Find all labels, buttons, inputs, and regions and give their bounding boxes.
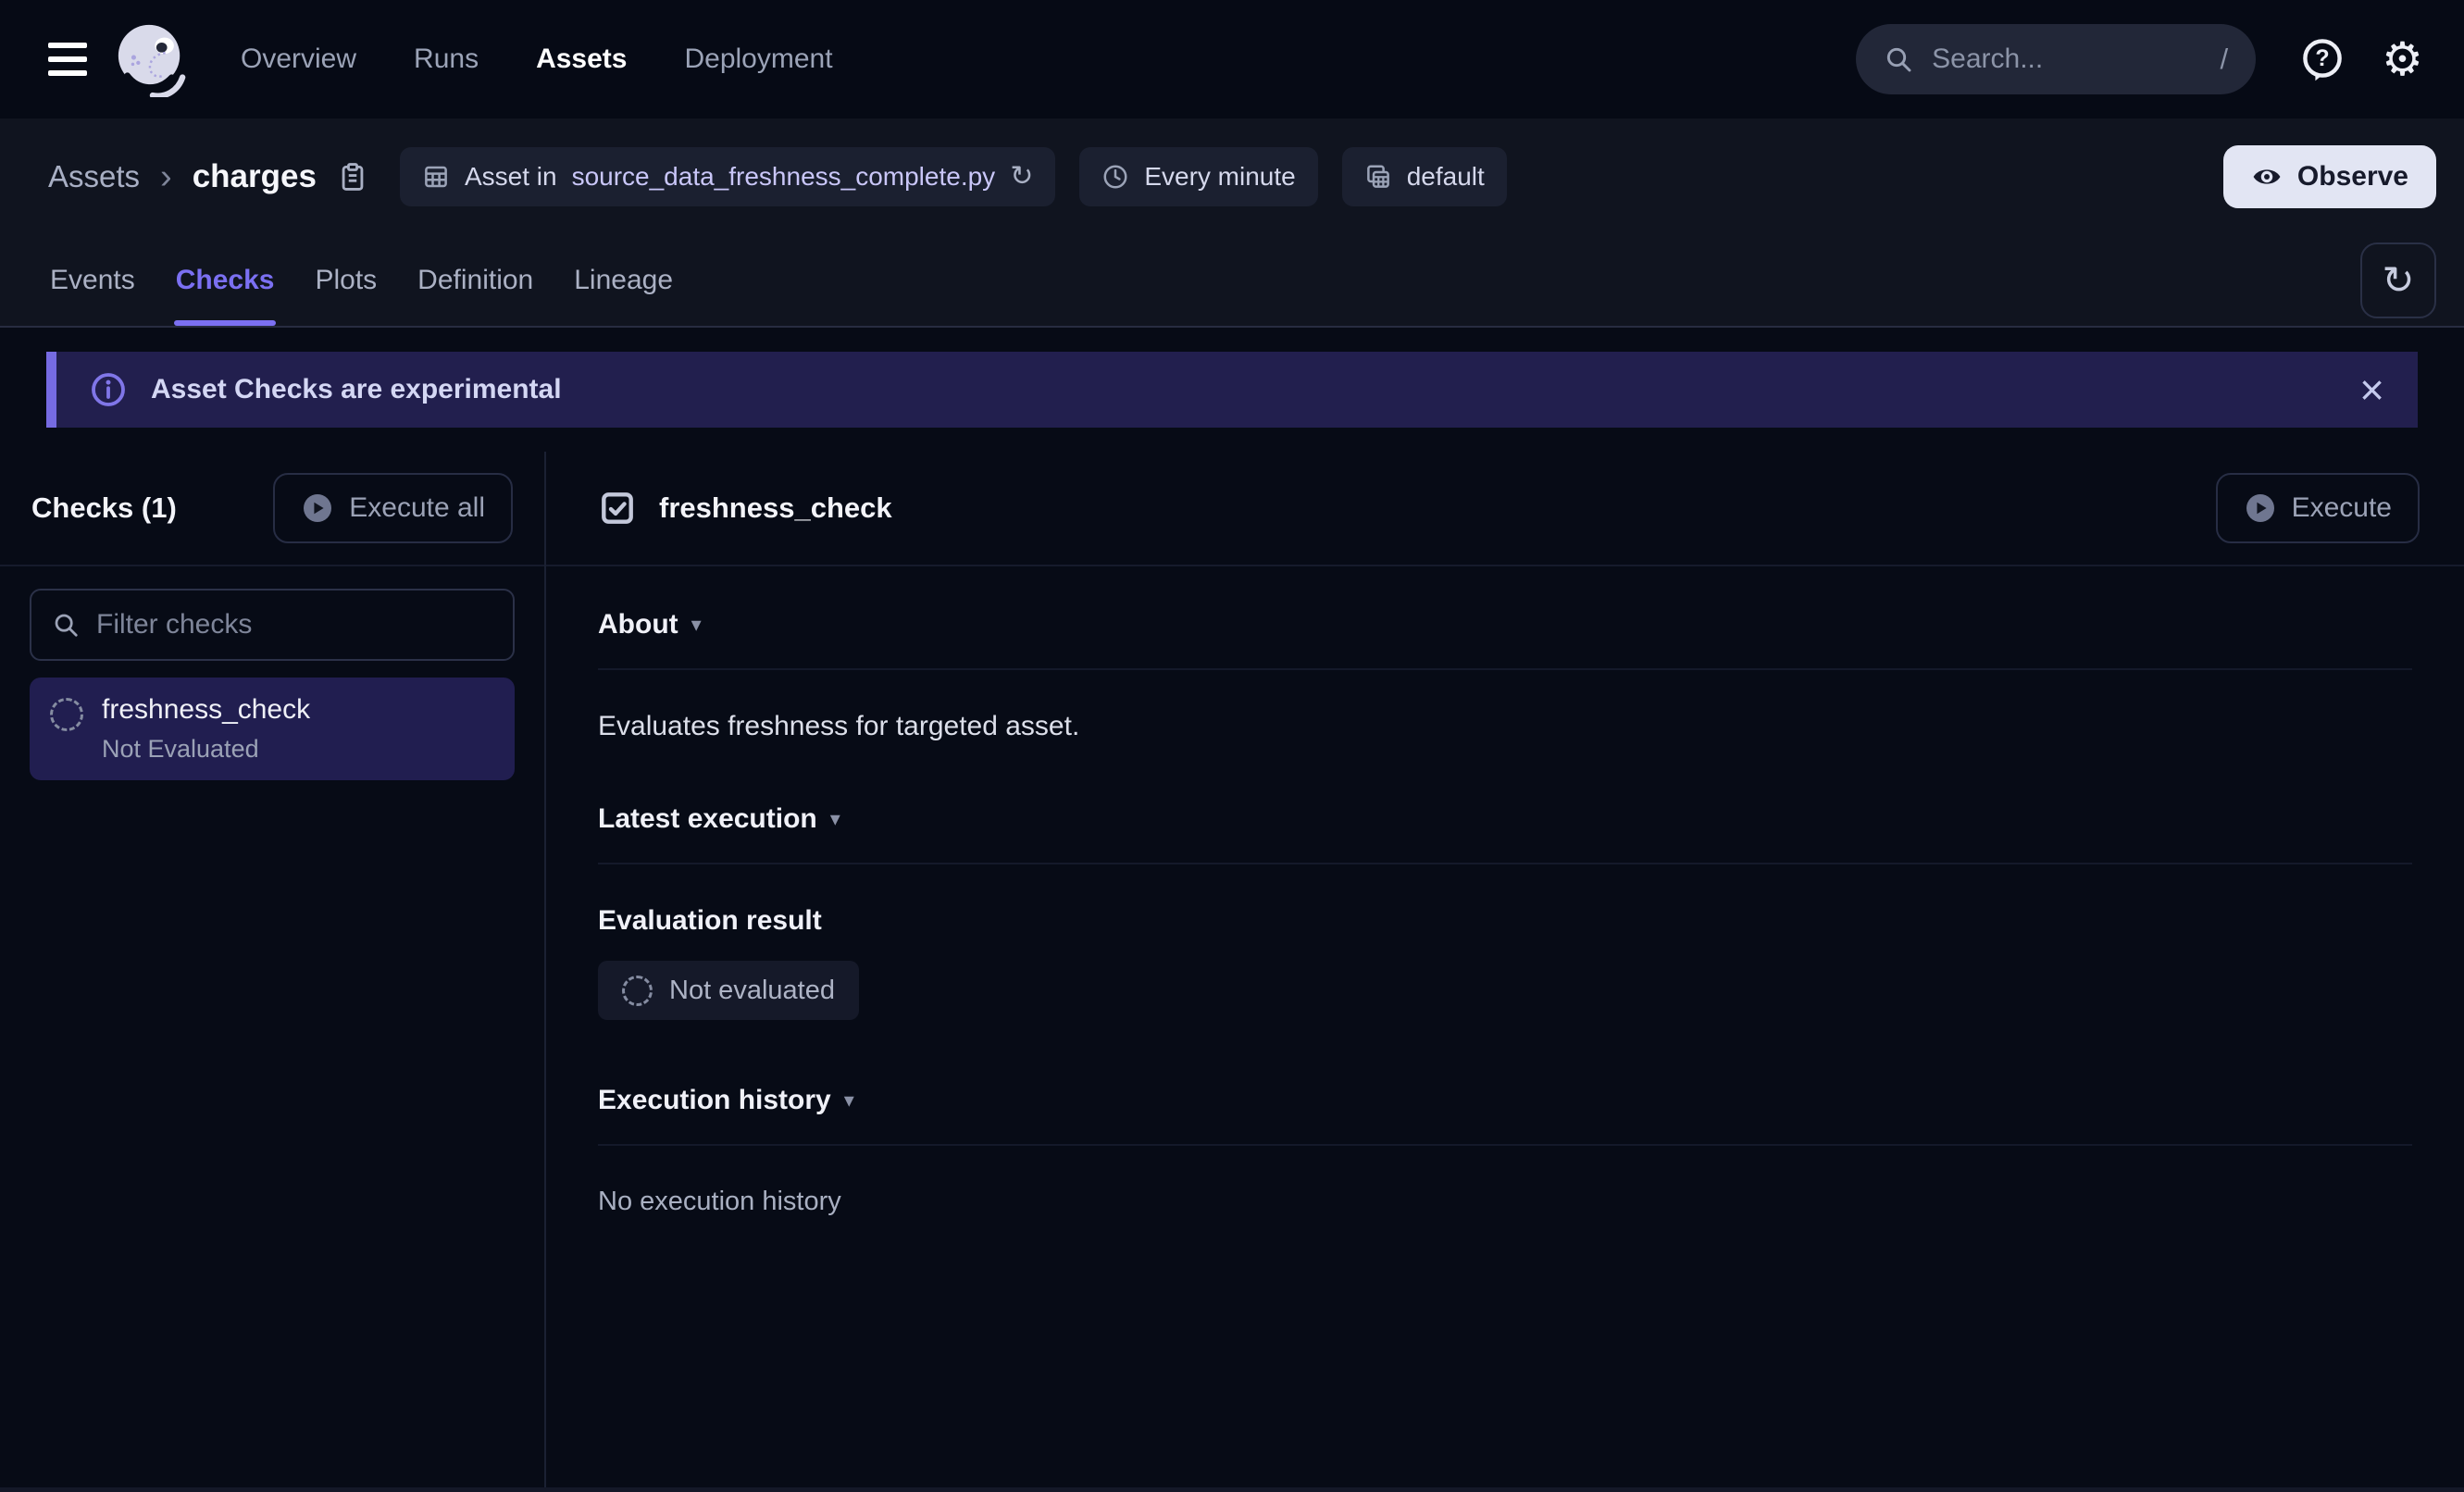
search-icon bbox=[1884, 44, 1913, 74]
check-detail-panel: freshness_check Execute About ▾ Evaluate… bbox=[546, 452, 2464, 1492]
execute-all-button[interactable]: Execute all bbox=[273, 473, 513, 543]
refresh-button[interactable]: ↻ bbox=[2360, 242, 2436, 318]
evaluation-badge-label: Not evaluated bbox=[669, 976, 835, 1006]
group-badge-label: default bbox=[1407, 162, 1485, 192]
chevron-down-icon: ▾ bbox=[844, 1089, 854, 1113]
nav-item-assets[interactable]: Assets bbox=[536, 44, 627, 75]
banner-close-icon[interactable]: × bbox=[2359, 368, 2384, 411]
about-section-toggle[interactable]: About ▾ bbox=[598, 609, 2412, 670]
observe-button[interactable]: Observe bbox=[2223, 145, 2436, 208]
checks-content: Checks (1) Execute all bbox=[0, 452, 2464, 1492]
tab-events[interactable]: Events bbox=[48, 235, 137, 326]
breadcrumb: Assets › charges bbox=[0, 118, 2464, 235]
horizontal-scrollbar-track[interactable] bbox=[0, 1487, 2464, 1492]
execute-label: Execute bbox=[2292, 492, 2392, 524]
check-title: freshness_check bbox=[659, 491, 892, 525]
asset-pill-prefix: Asset in bbox=[465, 162, 557, 192]
about-section-label: About bbox=[598, 609, 678, 640]
asset-source-file-link[interactable]: source_data_freshness_complete.py bbox=[572, 162, 996, 192]
about-section: About ▾ Evaluates freshness for targeted… bbox=[598, 609, 2412, 742]
not-evaluated-ring-icon bbox=[50, 698, 83, 731]
breadcrumb-assets-link[interactable]: Assets bbox=[48, 159, 140, 194]
not-evaluated-ring-icon bbox=[622, 976, 653, 1006]
asset-definition-pill: Asset in source_data_freshness_complete.… bbox=[400, 147, 1055, 206]
tab-checks[interactable]: Checks bbox=[174, 235, 277, 326]
asset-header-band: Assets › charges bbox=[0, 118, 2464, 328]
check-status: Not Evaluated bbox=[102, 735, 310, 764]
asset-tabs: Events Checks Plots Definition Lineage ↻ bbox=[0, 235, 2464, 326]
execution-history-toggle[interactable]: Execution history ▾ bbox=[598, 1085, 2412, 1146]
execute-all-label: Execute all bbox=[349, 492, 485, 524]
menu-hamburger-icon[interactable] bbox=[48, 43, 87, 76]
help-icon[interactable]: ? bbox=[2300, 37, 2345, 81]
page-title: charges bbox=[193, 158, 317, 195]
dagster-app-window: Overview Runs Assets Deployment / ? ⚙ As… bbox=[0, 0, 2464, 1492]
copy-asset-name-icon[interactable] bbox=[337, 161, 368, 193]
execution-history-label: Execution history bbox=[598, 1085, 831, 1116]
dagster-logo-icon[interactable] bbox=[113, 21, 189, 97]
checks-sidebar-header: Checks (1) Execute all bbox=[0, 452, 544, 566]
global-search[interactable]: / bbox=[1856, 24, 2256, 94]
latest-execution-section: Latest execution ▾ Evaluation result Not… bbox=[598, 803, 2412, 1020]
chevron-down-icon: ▾ bbox=[830, 808, 840, 831]
check-detail-header: freshness_check Execute bbox=[546, 452, 2464, 566]
checkbox-checked-icon bbox=[598, 489, 637, 528]
play-circle-icon bbox=[2244, 491, 2277, 525]
tab-lineage[interactable]: Lineage bbox=[572, 235, 675, 326]
banner-message: Asset Checks are experimental bbox=[151, 374, 562, 405]
clock-icon bbox=[1101, 163, 1129, 191]
filter-checks-input[interactable] bbox=[94, 608, 492, 641]
latest-execution-toggle[interactable]: Latest execution ▾ bbox=[598, 803, 2412, 864]
group-badge: default bbox=[1342, 147, 1507, 206]
reload-definition-icon[interactable]: ↻ bbox=[1010, 163, 1033, 191]
search-input[interactable] bbox=[1930, 43, 2203, 76]
eye-icon bbox=[2251, 161, 2283, 193]
nav-item-overview[interactable]: Overview bbox=[241, 44, 356, 75]
evaluation-result-badge: Not evaluated bbox=[598, 961, 859, 1020]
about-description: Evaluates freshness for targeted asset. bbox=[598, 711, 2412, 742]
table-grid-icon bbox=[422, 163, 450, 191]
chevron-down-icon: ▾ bbox=[691, 614, 702, 637]
check-detail-body: About ▾ Evaluates freshness for targeted… bbox=[546, 566, 2464, 1217]
checks-sidebar: Checks (1) Execute all bbox=[0, 452, 546, 1492]
observe-button-label: Observe bbox=[2297, 161, 2408, 193]
info-icon bbox=[90, 371, 127, 408]
top-navigation-bar: Overview Runs Assets Deployment / ? ⚙ bbox=[0, 0, 2464, 118]
tab-definition[interactable]: Definition bbox=[416, 235, 535, 326]
refresh-icon: ↻ bbox=[2382, 261, 2414, 300]
checks-list-panel: freshness_check Not Evaluated bbox=[0, 566, 544, 802]
search-icon bbox=[52, 611, 80, 639]
play-circle-icon bbox=[301, 491, 334, 525]
list-item-freshness-check[interactable]: freshness_check Not Evaluated bbox=[30, 678, 515, 780]
search-shortcut-hint: / bbox=[2221, 43, 2229, 76]
execution-history-section: Execution history ▾ No execution history bbox=[598, 1085, 2412, 1217]
filter-checks-field[interactable] bbox=[30, 589, 515, 661]
tab-plots[interactable]: Plots bbox=[313, 235, 379, 326]
schedule-badge: Every minute bbox=[1079, 147, 1317, 206]
execute-button[interactable]: Execute bbox=[2216, 473, 2420, 543]
checks-count-title: Checks (1) bbox=[31, 491, 177, 525]
check-name: freshness_check bbox=[102, 694, 310, 726]
execution-history-empty-message: No execution history bbox=[598, 1187, 2412, 1217]
copies-grid-icon bbox=[1364, 163, 1392, 191]
checks-list: freshness_check Not Evaluated bbox=[30, 678, 515, 780]
nav-item-deployment[interactable]: Deployment bbox=[684, 44, 832, 75]
primary-nav-links: Overview Runs Assets Deployment bbox=[241, 44, 833, 75]
svg-text:?: ? bbox=[2316, 45, 2330, 71]
schedule-badge-label: Every minute bbox=[1144, 162, 1295, 192]
nav-item-runs[interactable]: Runs bbox=[414, 44, 479, 75]
evaluation-result-label: Evaluation result bbox=[598, 905, 2412, 937]
experimental-banner: Asset Checks are experimental × bbox=[46, 352, 2418, 428]
breadcrumb-chevron-icon: › bbox=[160, 159, 172, 194]
latest-execution-label: Latest execution bbox=[598, 803, 817, 835]
settings-gear-icon[interactable]: ⚙ bbox=[2382, 36, 2423, 82]
